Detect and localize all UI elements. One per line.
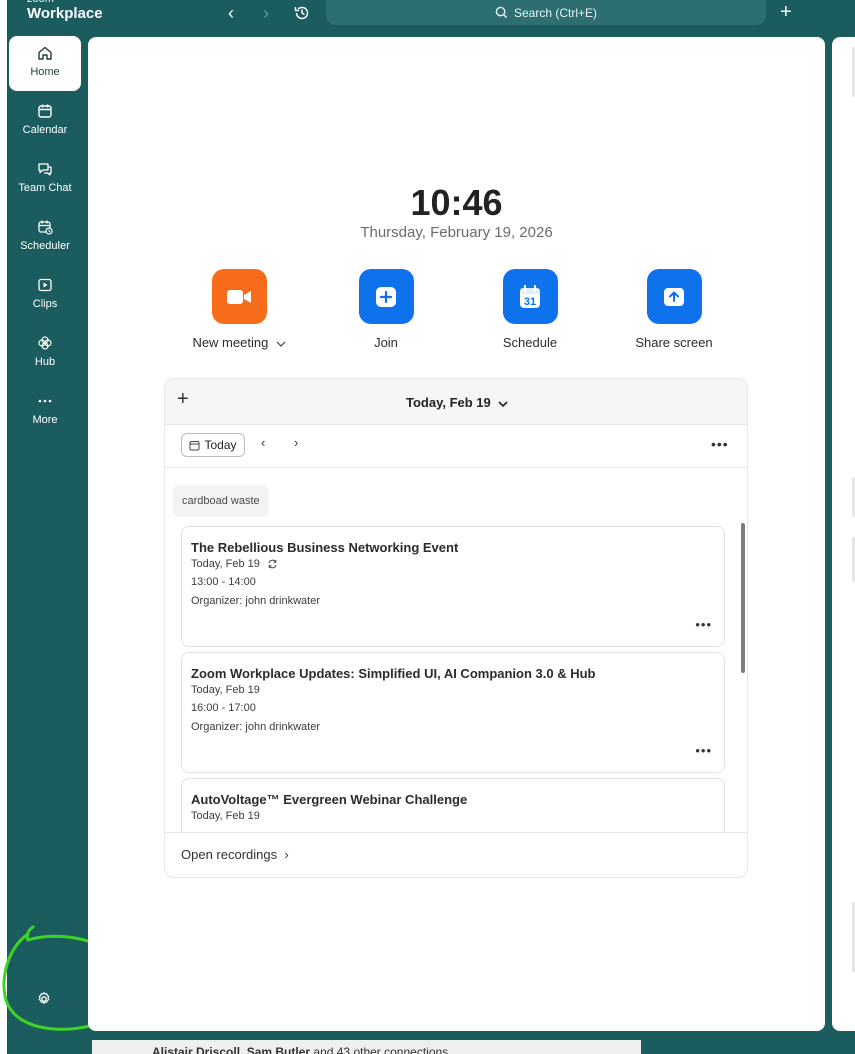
join-label: Join [374, 335, 398, 350]
calendar-card-header: + Today, Feb 19 [165, 379, 747, 425]
event-title: The Rebellious Business Networking Event [191, 540, 459, 555]
recurring-icon [268, 559, 277, 569]
brand-workplace: Workplace [27, 5, 103, 22]
event-organizer: Organizer: john drinkwater [191, 721, 321, 733]
today-button[interactable]: Today [181, 433, 245, 457]
brand-zoom: zoom [27, 0, 103, 5]
sidebar-item-label: Home [30, 66, 60, 78]
sidebar: Home Calendar Team Chat Scheduler Clips … [7, 36, 85, 1036]
plus-icon [376, 286, 396, 307]
home-panel: 10:46 Thursday, February 19, 2026 New me… [88, 37, 825, 1031]
sidebar-item-more[interactable]: More [9, 384, 81, 439]
share-screen-label: Share screen [635, 335, 713, 350]
calendar-small-icon [189, 440, 200, 450]
more-icon [38, 399, 52, 403]
chevron-right-icon: › [284, 847, 289, 862]
share-screen-action[interactable]: Share screen [609, 269, 739, 350]
join-action[interactable]: Join [321, 269, 451, 350]
search-icon [495, 6, 508, 19]
event-more-options-icon[interactable]: ••• [695, 743, 712, 758]
event-date: Today, Feb 19 [191, 558, 278, 570]
event-more-options-icon[interactable]: ••• [695, 617, 712, 632]
history-icon[interactable] [291, 4, 313, 22]
calendar-tag[interactable]: cardboad waste [173, 485, 269, 517]
scheduler-icon [38, 220, 53, 235]
event-list[interactable]: The Rebellious Business Networking Event… [181, 526, 726, 832]
event-title: AutoVoltage™ Evergreen Webinar Challenge [191, 792, 468, 807]
sidebar-item-label: Hub [34, 356, 56, 368]
settings-gear-icon[interactable] [35, 990, 53, 1008]
open-recordings-link[interactable]: Open recordings › [181, 847, 289, 862]
connections-text: Alistair Driscoll, Sam Butler and 43 oth… [152, 1045, 449, 1054]
back-arrow-icon[interactable]: ‹ [220, 4, 242, 22]
search-input[interactable]: Search (Ctrl+E) [326, 0, 766, 25]
calendar-icon [38, 104, 52, 118]
event-time: 13:00 - 14:00 [191, 576, 256, 588]
event-card[interactable]: AutoVoltage™ Evergreen Webinar Challenge… [181, 778, 725, 832]
sidebar-item-label: Calendar [22, 124, 68, 136]
schedule-day-number: 31 [524, 296, 536, 308]
sidebar-item-clips[interactable]: Clips [9, 268, 81, 323]
sidebar-item-team-chat[interactable]: Team Chat [9, 152, 81, 207]
sidebar-item-label: Clips [32, 298, 58, 310]
app-logo: zoom Workplace [27, 0, 103, 21]
clips-icon [38, 278, 52, 292]
event-date: Today, Feb 19 [191, 810, 260, 822]
current-time: 10:46 [410, 182, 503, 223]
new-meeting-action[interactable]: New meeting [174, 269, 304, 350]
event-title: Zoom Workplace Updates: Simplified UI, A… [191, 666, 596, 681]
schedule-action[interactable]: 31 Schedule [465, 269, 595, 350]
event-card[interactable]: Zoom Workplace Updates: Simplified UI, A… [181, 652, 725, 773]
current-date: Thursday, February 19, 2026 [360, 224, 553, 241]
previous-day-chevron-icon[interactable]: ‹ [261, 435, 265, 450]
chat-icon [38, 163, 52, 176]
share-up-arrow-icon [664, 287, 684, 306]
top-bar: zoom Workplace ‹ › Search (Ctrl+E) + [7, 0, 855, 36]
video-camera-icon [227, 289, 251, 304]
hub-icon [38, 336, 52, 350]
sidebar-item-home[interactable]: Home [9, 36, 81, 91]
event-card[interactable]: The Rebellious Business Networking Event… [181, 526, 725, 647]
background-window-strip: Alistair Driscoll, Sam Butler and 43 oth… [92, 1040, 641, 1054]
calendar-card: + Today, Feb 19 Today ‹ › ••• cardboad w… [164, 378, 748, 878]
event-time: 16:00 - 17:00 [191, 702, 256, 714]
schedule-label: Schedule [502, 335, 558, 350]
sidebar-item-label: More [32, 414, 58, 426]
new-meeting-label: New meeting [174, 335, 304, 350]
calendar-toolbar: Today ‹ › ••• [165, 425, 747, 468]
calendar-card-footer: Open recordings › [165, 832, 747, 877]
sidebar-item-label: Scheduler [20, 240, 70, 252]
today-label: Today [204, 438, 237, 452]
join-button[interactable] [358, 269, 414, 324]
forward-arrow-icon[interactable]: › [255, 4, 277, 22]
chevron-down-icon[interactable] [276, 340, 286, 348]
new-meeting-button[interactable] [211, 269, 267, 324]
next-day-chevron-icon[interactable]: › [294, 435, 298, 450]
sidebar-item-scheduler[interactable]: Scheduler [9, 210, 81, 265]
event-organizer: Organizer: john drinkwater [191, 595, 321, 607]
event-date: Today, Feb 19 [191, 684, 260, 696]
sidebar-item-label: Team Chat [18, 182, 72, 194]
chevron-down-icon [498, 400, 508, 407]
schedule-button[interactable]: 31 [502, 269, 558, 324]
right-side-panel [832, 37, 855, 1031]
calendar-more-options-icon[interactable]: ••• [711, 436, 729, 452]
share-screen-button[interactable] [646, 269, 702, 324]
event-list-scrollbar[interactable] [741, 523, 745, 673]
sidebar-item-hub[interactable]: Hub [9, 326, 81, 381]
search-placeholder: Search (Ctrl+E) [513, 5, 598, 20]
window-left-edge [0, 0, 7, 1054]
calendar-date-selector[interactable]: Today, Feb 19 [165, 395, 747, 410]
new-tab-plus-icon[interactable]: + [780, 2, 792, 22]
sidebar-item-calendar[interactable]: Calendar [9, 94, 81, 149]
calendar-31-icon: 31 [520, 284, 540, 308]
home-icon [38, 46, 52, 60]
